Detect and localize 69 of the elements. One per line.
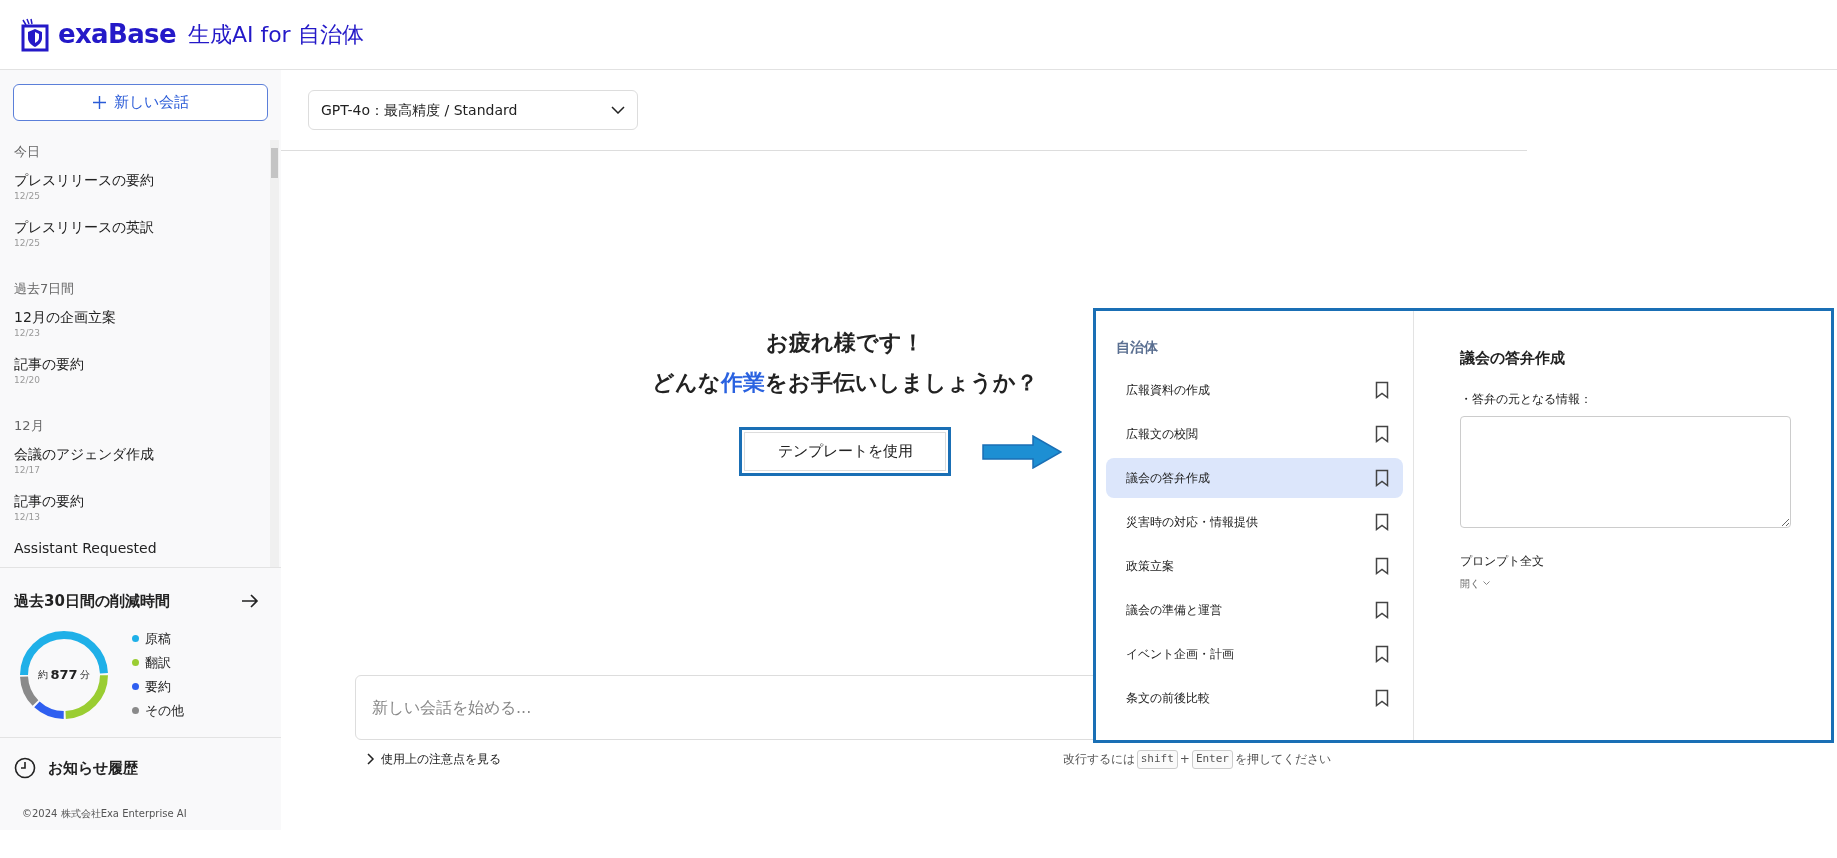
arrow-right-icon[interactable]: [241, 594, 259, 609]
field-label: ・答弁の元となる情報：: [1460, 390, 1593, 408]
clock-icon: [14, 757, 36, 779]
prompt-label: プロンプト全文: [1460, 552, 1545, 570]
chat-history-item[interactable]: 会議のアジェンダ作成: [14, 444, 261, 464]
chat-date: 12/20: [14, 374, 41, 386]
template-item[interactable]: 議会の答弁作成: [1106, 458, 1403, 498]
plus-sign: +: [1179, 751, 1190, 769]
chevron-down-icon: [611, 106, 625, 114]
usage-notes-link[interactable]: 使用上の注意点を見る: [367, 750, 501, 769]
chat-date: 12/17: [14, 464, 41, 476]
key-label: Enter: [1191, 750, 1233, 769]
legend-label: 要約: [145, 677, 171, 696]
bookmark-icon[interactable]: [1375, 381, 1389, 399]
total-minutes: 877: [50, 665, 78, 684]
legend-label: 原稿: [145, 629, 171, 648]
plus-icon: [92, 96, 106, 109]
copyright-text: ©2024 株式会社Exa Enterprise AI: [21, 807, 188, 821]
key-label: shift: [1136, 750, 1178, 769]
template-item[interactable]: イベント企画・計画: [1106, 634, 1403, 674]
template-title: 議会の答弁作成: [1460, 348, 1566, 369]
template-item[interactable]: 議会の準備と運営: [1106, 590, 1403, 630]
shield-logo-icon: [20, 17, 50, 52]
savings-title: 過去30日間の削減時間: [14, 591, 170, 612]
template-item[interactable]: 災害時の対応・情報提供: [1106, 502, 1403, 542]
chat-date: 12/25: [14, 237, 41, 249]
chat-history-item[interactable]: Assistant Requested: [14, 538, 261, 558]
template-item[interactable]: 政策立案: [1106, 546, 1403, 586]
product-name: 生成AI for 自治体: [187, 21, 364, 49]
template-item[interactable]: 広報文の校閲: [1106, 414, 1403, 454]
new-chat-button[interactable]: 新しい会話: [13, 84, 268, 121]
notification-history-link[interactable]: お知らせ履歴: [48, 756, 138, 780]
section-heading: 12月: [14, 417, 45, 435]
section-heading: 今日: [14, 143, 41, 161]
model-select[interactable]: GPT-4o：最高精度 / Standard: [308, 90, 638, 130]
hint-text: 改行するには: [1062, 751, 1135, 769]
hint-text: を押してください: [1235, 751, 1331, 769]
use-template-button[interactable]: テンプレートを使用: [739, 427, 951, 476]
arrow-right-icon: [982, 435, 1062, 469]
bookmark-icon[interactable]: [1375, 513, 1389, 531]
category-heading: 自治体: [1115, 338, 1159, 357]
chat-history-item[interactable]: 12月の企画立案: [14, 307, 261, 327]
bookmark-icon[interactable]: [1375, 425, 1389, 443]
bookmark-icon[interactable]: [1375, 601, 1389, 619]
scrollbar-thumb[interactable]: [271, 148, 278, 178]
chevron-right-icon: [367, 753, 375, 766]
chat-history-item[interactable]: プレスリリースの英訳: [14, 217, 261, 237]
total-unit: 分: [79, 668, 90, 682]
chat-history-item[interactable]: プレスリリースの要約: [14, 170, 261, 190]
bookmark-icon[interactable]: [1375, 645, 1389, 663]
greeting-text: お疲れ様です！: [766, 329, 924, 357]
legend-label: その他: [145, 701, 184, 720]
chat-date: 12/23: [14, 327, 41, 339]
chat-date: 12/25: [14, 190, 41, 202]
bookmark-icon[interactable]: [1375, 557, 1389, 575]
chat-history-item[interactable]: 記事の要約: [14, 491, 261, 511]
chat-history-item[interactable]: 記事の要約: [14, 354, 261, 374]
template-item[interactable]: 条文の前後比較: [1106, 678, 1403, 718]
legend-label: 翻訳: [145, 653, 171, 672]
bookmark-icon[interactable]: [1375, 689, 1389, 707]
expand-toggle[interactable]: 開く: [1460, 575, 1791, 591]
template-item[interactable]: 広報資料の作成: [1106, 370, 1403, 410]
section-heading: 過去7日間: [14, 280, 76, 298]
total-prefix: 約: [38, 668, 49, 682]
chat-date: 12/13: [14, 511, 41, 523]
bookmark-icon[interactable]: [1375, 469, 1389, 487]
brand-name: exaBase: [58, 18, 176, 51]
greeting-question: どんな作業をお手伝いしましょうか？: [652, 369, 1038, 397]
chevron-down-icon: [1483, 580, 1490, 586]
